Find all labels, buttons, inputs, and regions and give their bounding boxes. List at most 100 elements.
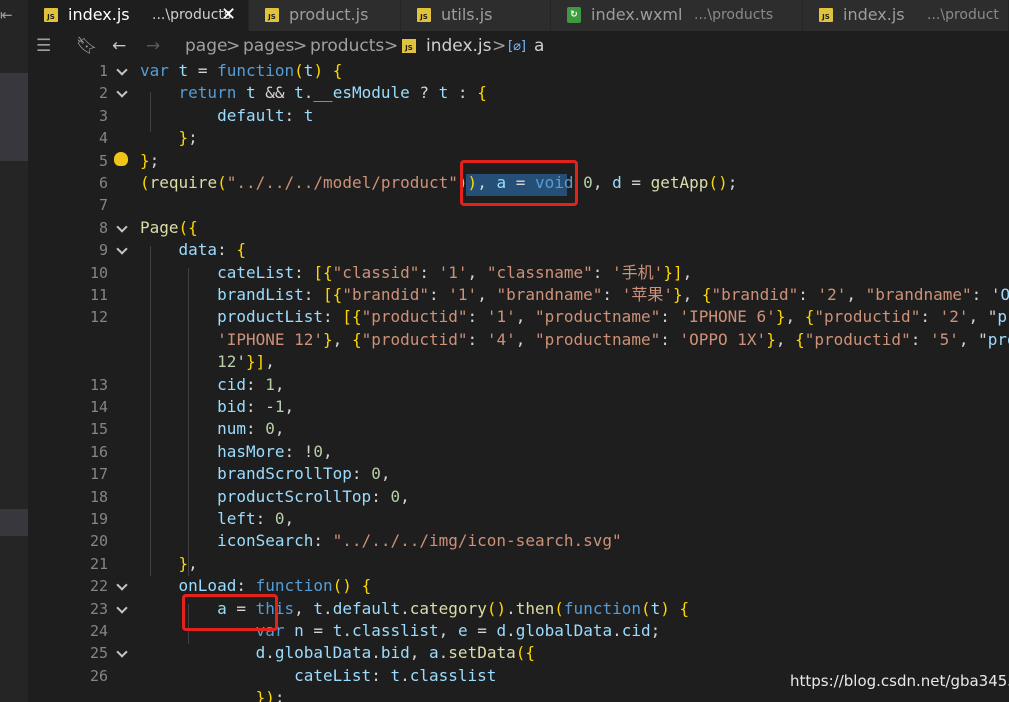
breadcrumb-separator: > xyxy=(226,36,241,56)
wxml-file-icon: ↻ xyxy=(567,7,581,23)
nav-forward-icon[interactable]: → xyxy=(146,31,160,62)
tab-label: utils.js xyxy=(441,5,493,24)
line-number: 4 xyxy=(98,129,108,148)
code-line: }; xyxy=(140,150,160,170)
line-number: 13 xyxy=(89,375,108,394)
code-line: default: t xyxy=(217,105,314,125)
code-line: (require("../../../model/product")), a =… xyxy=(140,173,738,192)
breadcrumb-item-pages[interactable]: pages xyxy=(243,31,294,62)
line-number: 22 xyxy=(89,577,108,596)
line-number: 7 xyxy=(98,196,108,215)
line-number: 17 xyxy=(89,465,108,484)
close-tab-icon[interactable]: ✕ xyxy=(221,0,236,30)
tab-description: ...\product xyxy=(927,7,999,23)
breadcrumb-item-file[interactable]: index.js xyxy=(426,31,492,62)
code-line: brandScrollTop: 0, xyxy=(217,464,391,484)
line-number: 3 xyxy=(98,106,108,125)
line-number: 24 xyxy=(89,622,108,640)
bookmark-icon[interactable]: 🔖︎ xyxy=(76,31,98,62)
indent-guide xyxy=(150,246,151,576)
fold-chevron-icon[interactable] xyxy=(114,84,132,106)
code-line: Page({ xyxy=(140,217,198,237)
tab-product-js-1[interactable]: JS product.js xyxy=(249,0,401,31)
js-file-icon: JS xyxy=(819,8,833,22)
js-file-icon: JS xyxy=(402,39,416,53)
line-number: 6 xyxy=(98,174,108,192)
lightbulb-icon[interactable] xyxy=(114,152,128,166)
tab-label: index.js xyxy=(843,5,905,24)
line-number: 12 xyxy=(89,308,108,327)
line-number: 20 xyxy=(89,532,108,551)
code-line: cateList: t.classlist xyxy=(294,665,497,685)
line-number: 9 xyxy=(98,241,108,260)
code-editor[interactable]: 1 var t = function(t) {2 return t && t.__… xyxy=(28,62,1009,702)
fold-chevron-icon[interactable] xyxy=(114,62,132,84)
code-line: return t && t.__esModule ? t : { xyxy=(178,83,487,103)
code-line: productList: [{"productid": '1', "produc… xyxy=(217,307,1009,327)
nav-back-icon[interactable]: ← xyxy=(112,31,126,62)
code-line: bid: -1, xyxy=(217,397,295,416)
code-line: cid: 1, xyxy=(217,374,285,394)
fold-chevron-icon[interactable] xyxy=(114,219,132,241)
line-number: 11 xyxy=(89,286,108,304)
back-arrow-icon[interactable]: ⇤ xyxy=(0,6,13,24)
code-line: 'IPHONE 12'}, {"productid": '4', "produc… xyxy=(217,329,1009,349)
tab-index-js-0[interactable]: JS index.js ...\products ✕ xyxy=(28,0,249,31)
line-number: 26 xyxy=(89,666,108,685)
watermark-text: https://blog.csdn.net/gba3455 xyxy=(790,672,1009,690)
tab-index-js-4[interactable]: JS index.js ...\product xyxy=(803,0,1009,31)
line-number: 23 xyxy=(89,599,108,618)
indent-guide xyxy=(188,268,189,576)
line-number: 1 xyxy=(98,62,108,80)
line-number: 8 xyxy=(98,218,108,237)
tab-label: product.js xyxy=(289,5,369,24)
code-line: data: { xyxy=(178,240,246,260)
code-line: }; xyxy=(178,128,198,148)
tab-label: index.js xyxy=(68,5,130,24)
line-number: 21 xyxy=(89,554,108,573)
line-number: 10 xyxy=(89,263,108,282)
code-line: num: 0, xyxy=(217,419,285,439)
sidebar-selected-block xyxy=(0,73,28,161)
code-line: brandList: [{"brandid": '1', "brandname"… xyxy=(217,285,1009,304)
line-number: 18 xyxy=(89,487,108,506)
line-number: 5 xyxy=(98,151,108,170)
js-file-icon: JS xyxy=(44,8,58,22)
line-number: 16 xyxy=(89,442,108,461)
code-line: 12'}], xyxy=(217,352,275,372)
fold-chevron-icon[interactable] xyxy=(114,577,132,599)
line-number: 19 xyxy=(89,510,108,528)
indent-guide xyxy=(150,92,151,132)
code-line: }); xyxy=(255,688,285,702)
sidebar-strip xyxy=(0,31,28,702)
code-line: iconSearch: "../../../img/icon-search.sv… xyxy=(217,531,622,551)
fold-chevron-icon[interactable] xyxy=(114,600,132,622)
fold-chevron-icon[interactable] xyxy=(114,241,132,263)
tab-index-wxml-3[interactable]: ↻ index.wxml ...\products xyxy=(551,0,803,31)
code-line: d.globalData.bid, a.setData({ xyxy=(255,643,536,663)
tab-bar: JS index.js ...\products ✕ JS product.js JS uti… xyxy=(0,0,1009,31)
list-view-icon[interactable]: ☰ xyxy=(36,31,51,62)
code-line: cateList: [{"classid": '1', "classname":… xyxy=(217,262,693,282)
code-line: }, xyxy=(178,553,198,573)
tab-description: ...\products xyxy=(694,7,774,23)
breadcrumb-separator: > xyxy=(293,36,308,56)
annotation-box xyxy=(460,160,578,206)
fold-chevron-icon[interactable] xyxy=(114,644,132,666)
sidebar-selected-block xyxy=(0,509,28,536)
code-line: var t = function(t) { xyxy=(140,62,343,80)
breadcrumb-item-page[interactable]: page xyxy=(185,31,227,62)
variable-symbol-icon: [⌀] xyxy=(508,39,526,54)
tab-description: ...\products xyxy=(152,7,232,23)
tab-utils-js-2[interactable]: JS utils.js xyxy=(401,0,551,31)
breadcrumb-item-products[interactable]: products xyxy=(310,31,384,62)
js-file-icon: JS xyxy=(265,8,279,22)
code-line: left: 0, xyxy=(217,509,295,528)
breadcrumb: ☰ 🔖︎ ← → page > pages > products > JS in… xyxy=(28,31,1009,62)
code-line: hasMore: !0, xyxy=(217,441,333,461)
breadcrumb-item-symbol[interactable]: a xyxy=(534,31,544,62)
breadcrumb-separator: > xyxy=(492,36,507,56)
js-file-icon: JS xyxy=(417,8,431,22)
line-number: 15 xyxy=(89,420,108,439)
tab-label: index.wxml xyxy=(591,5,683,24)
